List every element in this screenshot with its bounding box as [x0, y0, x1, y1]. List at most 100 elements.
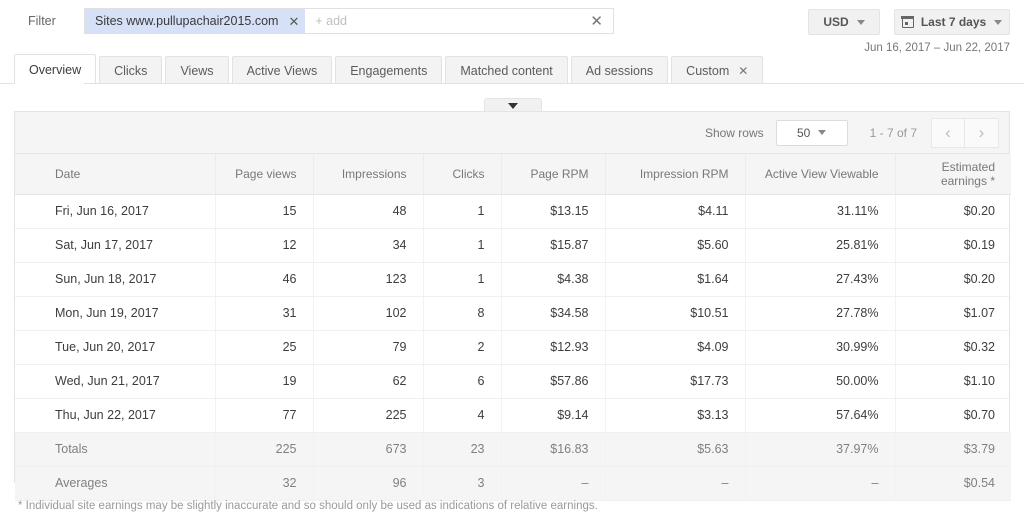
table-cell: $3.79	[895, 432, 1011, 466]
report-table-card: Show rows 50 1 - 7 of 7 ‹ › DatePage vie…	[14, 111, 1010, 483]
table-cell: $0.54	[895, 466, 1011, 500]
tab-custom[interactable]: Custom ✕	[671, 56, 763, 84]
table-cell: 31.11%	[745, 194, 895, 228]
show-rows-label: Show rows	[705, 126, 764, 140]
tab-overview[interactable]: Overview	[14, 54, 96, 84]
table-cell: 1	[423, 228, 501, 262]
rows-per-page-select[interactable]: 50	[776, 120, 848, 146]
table-cell: 15	[215, 194, 313, 228]
chevron-down-icon	[857, 20, 865, 25]
table-cell: $12.93	[501, 330, 605, 364]
table-cell: $10.51	[605, 296, 745, 330]
filter-label: Filter	[28, 14, 56, 28]
table-cell: 27.43%	[745, 262, 895, 296]
table-cell: –	[501, 466, 605, 500]
prev-page-button[interactable]: ‹	[931, 118, 965, 148]
filter-chip-sites[interactable]: Sites www.pullupachair2015.com ✕	[85, 9, 305, 33]
table-row: Sun, Jun 18, 2017461231$4.38$1.6427.43%$…	[15, 262, 1011, 296]
tab-engagements[interactable]: Engagements	[335, 56, 442, 84]
date-range-label: Last 7 days	[921, 15, 986, 29]
close-icon[interactable]: ✕	[288, 15, 299, 28]
table-cell: 25	[215, 330, 313, 364]
table-cell: 673	[313, 432, 423, 466]
table-cell: Mon, Jun 19, 2017	[15, 296, 215, 330]
table-row: Thu, Jun 22, 2017772254$9.14$3.1357.64%$…	[15, 398, 1011, 432]
chevron-down-icon	[818, 130, 826, 135]
table-cell: $1.10	[895, 364, 1011, 398]
table-cell: $9.14	[501, 398, 605, 432]
table-cell: 6	[423, 364, 501, 398]
table-row: Wed, Jun 21, 201719626$57.86$17.7350.00%…	[15, 364, 1011, 398]
column-header[interactable]: Estimated earnings *	[895, 154, 1011, 194]
table-cell: Averages	[15, 466, 215, 500]
column-header[interactable]: Page RPM	[501, 154, 605, 194]
table-cell: $4.09	[605, 330, 745, 364]
table-cell: Sat, Jun 17, 2017	[15, 228, 215, 262]
table-cell: 2	[423, 330, 501, 364]
table-cell: Fri, Jun 16, 2017	[15, 194, 215, 228]
table-cell: $0.70	[895, 398, 1011, 432]
chart-collapse-handle[interactable]	[484, 98, 542, 112]
column-header[interactable]: Date	[15, 154, 215, 194]
table-cell: 57.64%	[745, 398, 895, 432]
column-header[interactable]: Page views	[215, 154, 313, 194]
tab-views[interactable]: Views	[165, 56, 228, 84]
column-header[interactable]: Impression RPM	[605, 154, 745, 194]
table-cell: 27.78%	[745, 296, 895, 330]
column-header[interactable]: Impressions	[313, 154, 423, 194]
column-header[interactable]: Clicks	[423, 154, 501, 194]
table-cell: 79	[313, 330, 423, 364]
table-cell: 62	[313, 364, 423, 398]
table-cell: $1.64	[605, 262, 745, 296]
table-cell: $0.19	[895, 228, 1011, 262]
table-cell: 123	[313, 262, 423, 296]
table-cell: $16.83	[501, 432, 605, 466]
filter-input-box[interactable]: Sites www.pullupachair2015.com ✕ + add ✕	[84, 8, 614, 34]
tab-active-views[interactable]: Active Views	[232, 56, 333, 84]
tab-label: Matched content	[460, 64, 552, 78]
table-cell: $0.20	[895, 262, 1011, 296]
tab-clicks[interactable]: Clicks	[99, 56, 162, 84]
table-cell: 8	[423, 296, 501, 330]
table-cell: 46	[215, 262, 313, 296]
pagination-count: 1 - 7 of 7	[870, 126, 917, 140]
calendar-icon	[902, 16, 914, 28]
table-cell: 225	[215, 432, 313, 466]
table-cell: 34	[313, 228, 423, 262]
close-icon[interactable]: ✕	[738, 64, 748, 78]
next-page-button[interactable]: ›	[965, 118, 999, 148]
table-cell: $0.32	[895, 330, 1011, 364]
table-cell: $15.87	[501, 228, 605, 262]
tab-matched-content[interactable]: Matched content	[445, 56, 567, 84]
table-cell: 50.00%	[745, 364, 895, 398]
currency-label: USD	[823, 15, 848, 29]
table-summary-row: Averages32963–––$0.54	[15, 466, 1011, 500]
column-header[interactable]: Active View Viewable	[745, 154, 895, 194]
table-cell: 19	[215, 364, 313, 398]
tab-label: Custom	[686, 64, 729, 78]
date-range-select[interactable]: Last 7 days	[894, 9, 1010, 35]
table-cell: $34.58	[501, 296, 605, 330]
table-cell: 96	[313, 466, 423, 500]
table-row: Fri, Jun 16, 201715481$13.15$4.1131.11%$…	[15, 194, 1011, 228]
table-cell: 32	[215, 466, 313, 500]
table-cell: 225	[313, 398, 423, 432]
table-cell: 1	[423, 194, 501, 228]
tab-ad-sessions[interactable]: Ad sessions	[571, 56, 668, 84]
table-cell: 25.81%	[745, 228, 895, 262]
table-cell: 23	[423, 432, 501, 466]
table-row: Tue, Jun 20, 201725792$12.93$4.0930.99%$…	[15, 330, 1011, 364]
table-footnote: * Individual site earnings may be slight…	[18, 500, 598, 512]
add-filter-input[interactable]: + add	[305, 9, 590, 33]
table-cell: –	[605, 466, 745, 500]
table-cell: $3.13	[605, 398, 745, 432]
table-cell: 1	[423, 262, 501, 296]
report-table: DatePage viewsImpressionsClicksPage RPMI…	[15, 154, 1011, 501]
table-cell: 12	[215, 228, 313, 262]
table-cell: $0.20	[895, 194, 1011, 228]
table-cell: Wed, Jun 21, 2017	[15, 364, 215, 398]
table-cell: Totals	[15, 432, 215, 466]
currency-select[interactable]: USD	[808, 9, 880, 35]
close-icon[interactable]: ✕	[590, 14, 603, 29]
table-cell: Sun, Jun 18, 2017	[15, 262, 215, 296]
